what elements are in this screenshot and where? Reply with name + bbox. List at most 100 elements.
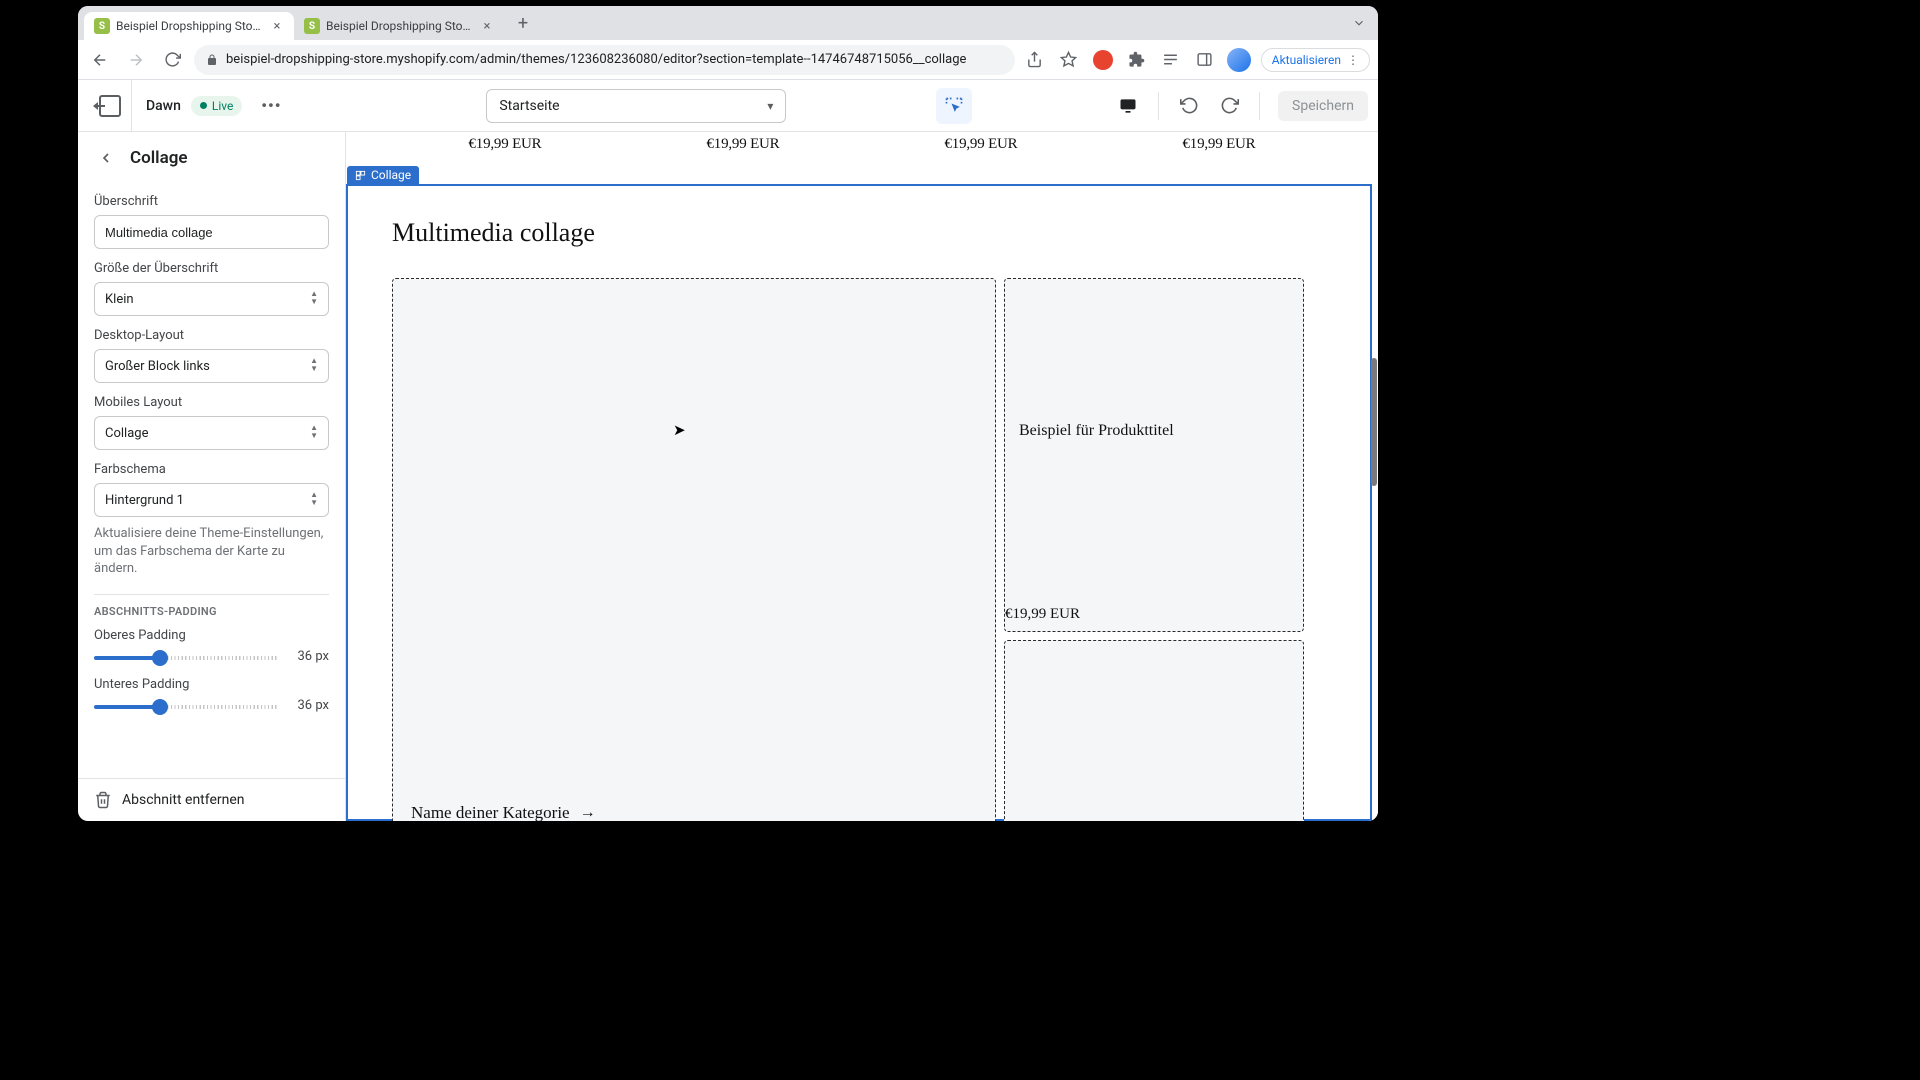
section-picker-button[interactable] <box>936 88 972 124</box>
separator <box>94 594 329 595</box>
main: Collage Überschrift Größe der Überschrif… <box>78 132 1378 821</box>
tab-title: Beispiel Dropshipping Store · D <box>116 19 264 33</box>
new-tab-button[interactable]: + <box>510 10 536 36</box>
collage-tag-icon <box>355 170 366 181</box>
padding-bottom-label: Unteres Padding <box>94 677 329 692</box>
browser-tab[interactable]: S Beispiel Dropshipping Store · E × <box>294 12 504 40</box>
section-padding-caption: ABSCHNITTS-PADDING <box>94 605 329 618</box>
exit-editor-button[interactable] <box>88 80 132 131</box>
tab-overflow-button[interactable] <box>1346 10 1372 36</box>
menu-dots-icon[interactable]: ⋮ <box>1347 53 1359 67</box>
product-image-placeholder <box>1005 279 1303 412</box>
mobile-layout-select[interactable]: Collage ▲▼ <box>94 416 329 450</box>
exit-icon <box>99 95 121 117</box>
mobile-layout-value: Collage <box>105 426 148 441</box>
live-badge: Live <box>191 96 242 116</box>
color-scheme-hint: Aktualisiere deine Theme-Einstellungen, … <box>94 525 329 578</box>
side-panel-icon[interactable] <box>1193 48 1217 72</box>
product-title: Beispiel für Produkttitel <box>1005 412 1303 440</box>
desktop-layout-select[interactable]: Großer Block links ▲▼ <box>94 349 329 383</box>
slider-thumb[interactable] <box>152 699 168 715</box>
mouse-cursor-icon: ➤ <box>673 421 686 440</box>
panel-back-button[interactable] <box>94 146 118 170</box>
url-text: beispiel-dropshipping-store.myshopify.co… <box>226 52 966 67</box>
topbar-right: Speichern <box>1110 88 1368 124</box>
price: €19,99 EUR <box>706 136 779 153</box>
padding-top-slider[interactable]: 36 px <box>94 649 329 665</box>
panel-body: Überschrift Größe der Überschrift Klein … <box>78 182 345 778</box>
price: €19,99 EUR <box>1182 136 1255 153</box>
color-scheme-value: Hintergrund 1 <box>105 493 184 508</box>
mobile-layout-label: Mobiles Layout <box>94 395 329 410</box>
product-image-placeholder <box>1005 440 1303 600</box>
extensions-icon[interactable] <box>1125 48 1149 72</box>
share-icon[interactable] <box>1023 48 1047 72</box>
collage-tag-label: Collage <box>371 168 411 182</box>
page-selector[interactable]: Startseite ▾ <box>486 89 786 123</box>
more-actions-button[interactable]: ••• <box>256 91 286 121</box>
divider <box>1259 92 1260 120</box>
preview-scrollbar[interactable] <box>1371 358 1377 486</box>
lock-icon <box>206 54 218 66</box>
select-chevron-icon: ▲▼ <box>310 357 318 373</box>
desktop-layout-label: Desktop-Layout <box>94 328 329 343</box>
browser-right-icons: Aktualisieren ⋮ <box>1023 48 1370 72</box>
page-selector-value: Startseite <box>499 98 559 114</box>
select-chevron-icon: ▲▼ <box>310 424 318 440</box>
price: €19,99 EUR <box>468 136 541 153</box>
product-price: €19,99 EUR <box>1005 600 1303 631</box>
browser-tab-bar: S Beispiel Dropshipping Store · D × S Be… <box>78 6 1378 40</box>
update-label: Aktualisieren <box>1272 53 1341 67</box>
heading-size-select[interactable]: Klein ▲▼ <box>94 282 329 316</box>
heading-size-value: Klein <box>105 292 134 307</box>
collage-card-product[interactable] <box>1004 640 1304 821</box>
shopify-favicon-icon: S <box>304 18 320 34</box>
price: €19,99 EUR <box>944 136 1017 153</box>
url-bar[interactable]: beispiel-dropshipping-store.myshopify.co… <box>194 45 1015 75</box>
heading-input[interactable] <box>94 215 329 249</box>
editor-topbar: Dawn Live ••• Startseite ▾ <box>78 80 1378 132</box>
padding-bottom-slider[interactable]: 36 px <box>94 698 329 714</box>
collage-grid: Name deiner Kategorie → ➤ Beispiel für P… <box>392 278 1326 821</box>
collage-selection-tag[interactable]: Collage <box>347 166 419 184</box>
browser-tab-active[interactable]: S Beispiel Dropshipping Store · D × <box>84 12 294 40</box>
padding-top-value: 36 px <box>287 649 329 664</box>
extension-icon[interactable] <box>1091 48 1115 72</box>
arrow-right-icon: → <box>580 804 596 821</box>
reading-list-icon[interactable] <box>1159 48 1183 72</box>
preview-frame[interactable]: €19,99 EUR €19,99 EUR €19,99 EUR €19,99 … <box>346 132 1378 821</box>
remove-section-label: Abschnitt entfernen <box>122 792 245 808</box>
update-button[interactable]: Aktualisieren ⋮ <box>1261 48 1370 72</box>
reload-button[interactable] <box>158 46 186 74</box>
undo-button[interactable] <box>1171 88 1207 124</box>
divider <box>1158 92 1159 120</box>
remove-section-button[interactable]: Abschnitt entfernen <box>78 778 345 821</box>
redo-button[interactable] <box>1211 88 1247 124</box>
padding-bottom-value: 36 px <box>287 698 329 713</box>
collage-section: Multimedia collage Name deiner Kategorie… <box>348 186 1370 821</box>
price-row: €19,99 EUR €19,99 EUR €19,99 EUR €19,99 … <box>346 132 1378 177</box>
color-scheme-select[interactable]: Hintergrund 1 ▲▼ <box>94 483 329 517</box>
forward-button[interactable] <box>122 46 150 74</box>
profile-avatar[interactable] <box>1227 48 1251 72</box>
collage-card-product[interactable]: Beispiel für Produkttitel €19,99 EUR <box>1004 278 1304 632</box>
trash-icon <box>94 791 112 809</box>
star-icon[interactable] <box>1057 48 1081 72</box>
collage-card-category[interactable]: Name deiner Kategorie → ➤ <box>392 278 996 821</box>
slider-thumb[interactable] <box>152 650 168 666</box>
close-tab-icon[interactable]: × <box>270 19 284 33</box>
collage-selection[interactable]: Collage Multimedia collage Name deiner K… <box>346 184 1372 821</box>
desktop-view-button[interactable] <box>1110 88 1146 124</box>
shopify-favicon-icon: S <box>94 18 110 34</box>
preview-wrapper: €19,99 EUR €19,99 EUR €19,99 EUR €19,99 … <box>346 132 1378 821</box>
collage-heading: Multimedia collage <box>392 218 1326 248</box>
padding-top-label: Oberes Padding <box>94 628 329 643</box>
desktop-layout-value: Großer Block links <box>105 359 210 374</box>
live-dot-icon <box>200 102 207 109</box>
chevron-down-icon: ▾ <box>767 99 773 113</box>
back-button[interactable] <box>86 46 114 74</box>
close-tab-icon[interactable]: × <box>480 19 494 33</box>
tab-title: Beispiel Dropshipping Store · E <box>326 19 474 33</box>
select-chevron-icon: ▲▼ <box>310 491 318 507</box>
save-button[interactable]: Speichern <box>1278 91 1368 121</box>
